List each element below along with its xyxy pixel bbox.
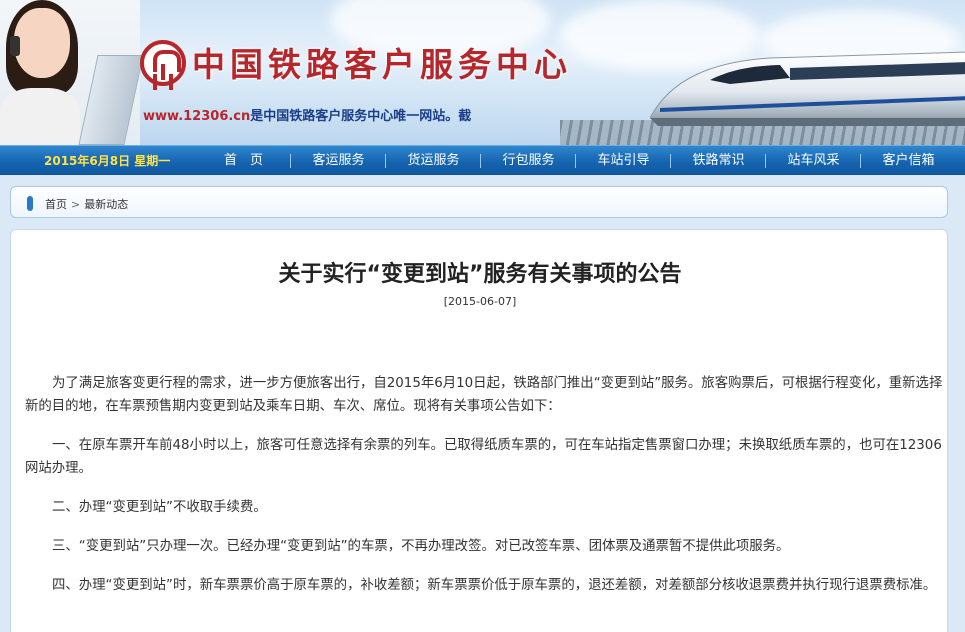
nav-item-station-guide[interactable]: 车站引导 [576, 146, 671, 176]
current-date: 2015年6月8日 星期一 [44, 154, 171, 168]
article-paragraph: 三、“变更到站”只办理一次。已经办理“变更到站”的车票，不再办理改签。对已改签车… [52, 539, 790, 554]
breadcrumb-current-link[interactable]: 最新动态 [84, 198, 128, 211]
article-paragraph: 四、办理“变更到站”时，新车票票价高于原车票的，补收差额；新车票票价低于原车票的… [52, 578, 937, 593]
headset-icon [10, 36, 20, 56]
nav-item-baggage-service[interactable]: 行包服务 [481, 146, 576, 176]
nav-item-customer-mailbox[interactable]: 客户信箱 [861, 146, 956, 176]
nav-items: 首 页 客运服务 货运服务 行包服务 车站引导 铁路常识 站车风采 客户信箱 [196, 146, 956, 176]
site-url: www.12306.cn [143, 109, 251, 124]
nav-item-freight-service[interactable]: 货运服务 [386, 146, 481, 176]
railway-logo-icon [140, 40, 186, 86]
nav-item-station-gallery[interactable]: 站车风采 [766, 146, 861, 176]
nav-item-home[interactable]: 首 页 [196, 146, 291, 176]
nav-item-passenger-service[interactable]: 客运服务 [291, 146, 386, 176]
nav-item-railway-knowledge[interactable]: 铁路常识 [671, 146, 766, 176]
site-title: 中国铁路客户服务中心 [192, 45, 572, 84]
header-banner: 中国铁路客户服务中心 www.12306.cn是中国铁路客户服务中心唯一网站。截 [0, 0, 965, 145]
article-body: 为了满足旅客变更行程的需求，进一步方便旅客出行，自2015年6月10日起，铁路部… [25, 372, 945, 613]
site-tagline-text: 是中国铁路客户服务中心唯一网站。截 [250, 109, 472, 124]
article-panel: 关于实行“变更到站”服务有关事项的公告 [2015-06-07] 为了满足旅客变… [10, 229, 948, 632]
site-tagline: www.12306.cn是中国铁路客户服务中心唯一网站。截 [143, 105, 471, 124]
breadcrumb-box: 首页 > 最新动态 [10, 186, 948, 218]
article-paragraph: 二、办理“变更到站”不收取手续费。 [52, 500, 267, 515]
breadcrumb-marker-icon [27, 196, 33, 211]
high-speed-train-image [650, 51, 965, 126]
article-date: [2015-06-07] [443, 295, 517, 308]
article-title: 关于实行“变更到站”服务有关事项的公告 [278, 262, 682, 287]
main-nav: 2015年6月8日 星期一 首 页 客运服务 货运服务 行包服务 车站引导 铁路… [0, 145, 965, 175]
customer-service-agent-image [0, 0, 144, 145]
article-paragraph: 一、在原车票开车前48小时以上，旅客可任意选择有余票的列车。已取得纸质车票的，可… [25, 438, 942, 476]
breadcrumb: 首页 > 最新动态 [45, 196, 128, 212]
article-paragraph: 为了满足旅客变更行程的需求，进一步方便旅客出行，自2015年6月10日起，铁路部… [25, 376, 943, 414]
breadcrumb-separator: > [71, 198, 81, 211]
breadcrumb-home-link[interactable]: 首页 [45, 198, 67, 211]
